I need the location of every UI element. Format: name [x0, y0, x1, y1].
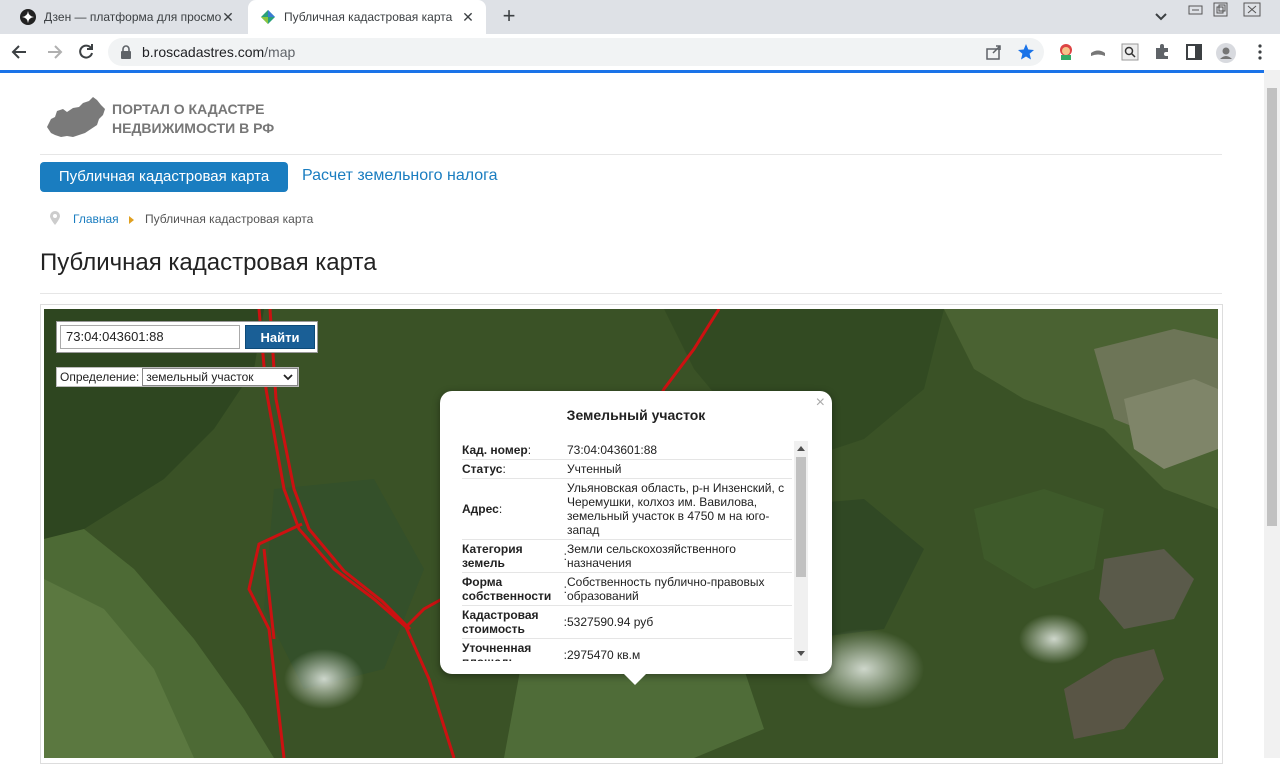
- extensions-puzzle-icon[interactable]: [1153, 43, 1171, 61]
- nav-cadastral-map-button[interactable]: Публичная кадастровая карта: [40, 162, 288, 192]
- definition-select[interactable]: земельный участок: [142, 368, 299, 386]
- dzen-favicon-icon: [20, 9, 36, 25]
- scroll-down-icon[interactable]: [797, 651, 805, 656]
- url-text[interactable]: b.roscadastres.com/map: [142, 44, 295, 60]
- definition-label: Определение:: [60, 370, 140, 384]
- extension-character-icon[interactable]: [1057, 43, 1075, 61]
- extension-search-icon[interactable]: [1121, 43, 1139, 61]
- popup-scrollbar-thumb[interactable]: [796, 457, 806, 577]
- reload-icon[interactable]: [76, 42, 96, 62]
- table-row: Уточненная площадь2975470 кв.м: [462, 639, 792, 661]
- cadastre-favicon-icon: [260, 9, 276, 25]
- table-row: Кад. номер73:04:043601:88: [462, 441, 792, 460]
- restore-icon[interactable]: [1209, 0, 1233, 20]
- attr-value: 5327590.94 руб: [567, 615, 654, 629]
- side-panel-icon[interactable]: [1185, 43, 1203, 61]
- logo-line-1: ПОРТАЛ О КАДАСТРЕ: [112, 101, 265, 117]
- attr-value: 2975470 кв.м: [567, 648, 641, 661]
- bookmark-star-icon[interactable]: [1017, 43, 1035, 61]
- menu-kebab-icon[interactable]: [1251, 43, 1269, 61]
- popup-scrollbar[interactable]: [794, 441, 808, 661]
- cadastral-search-box: 73:04:043601:88 Найти: [56, 321, 318, 353]
- attr-key: Статус: [462, 462, 567, 476]
- satellite-map[interactable]: 73:04:043601:88 Найти Определение: земел…: [44, 309, 1218, 758]
- definition-select-value: земельный участок: [146, 370, 254, 384]
- close-window-icon[interactable]: [1240, 0, 1264, 20]
- page-scrollbar[interactable]: [1264, 70, 1280, 758]
- breadcrumb-home-link[interactable]: Главная: [73, 212, 119, 226]
- extension-hat-icon[interactable]: [1089, 43, 1107, 61]
- attr-key: Форма собственности: [462, 575, 567, 603]
- chevron-down-icon: [283, 374, 293, 381]
- scroll-up-icon[interactable]: [797, 446, 805, 451]
- table-row: АдресУльяновская область, р-н Инзенский,…: [462, 479, 792, 540]
- new-tab-icon[interactable]: +: [498, 5, 520, 28]
- tab-search-chevron-icon[interactable]: [1151, 8, 1171, 26]
- search-input-value: 73:04:043601:88: [66, 329, 164, 344]
- russia-map-logo-icon[interactable]: [45, 97, 107, 139]
- attr-value: Земли сельскохозяйственного назначения: [567, 542, 736, 570]
- table-row: Кадастровая стоимость5327590.94 руб: [462, 606, 792, 639]
- scrollbar-thumb[interactable]: [1267, 88, 1277, 526]
- share-icon[interactable]: [985, 43, 1003, 61]
- url-path: /map: [264, 44, 296, 60]
- attr-value: Учтенный: [567, 462, 622, 476]
- url-host: b.roscadastres.com: [142, 44, 265, 60]
- definition-control: Определение: земельный участок: [56, 367, 300, 387]
- breadcrumb-arrow-icon: [129, 216, 134, 224]
- location-pin-icon: [50, 211, 60, 225]
- breadcrumb-current: Публичная кадастровая карта: [145, 212, 314, 226]
- attr-value: Ульяновская область, р-н Инзенский, с Че…: [567, 481, 785, 537]
- attr-key: Уточненная площадь: [462, 641, 567, 661]
- page-title: Публичная кадастровая карта: [40, 249, 377, 276]
- close-tab-icon[interactable]: ✕: [220, 9, 236, 25]
- tab-cadastral-map[interactable]: Публичная кадастровая карта ✕: [248, 0, 486, 34]
- land-plot-popup: × Земельный участок Кад. номер73:04:0436…: [440, 391, 832, 674]
- divider: [40, 293, 1222, 294]
- popup-pointer: [623, 673, 647, 685]
- close-tab-icon[interactable]: ✕: [460, 9, 476, 25]
- site-logo-text[interactable]: ПОРТАЛ О КАДАСТРЕ НЕДВИЖИМОСТИ В РФ: [112, 100, 274, 138]
- popup-title: Земельный участок: [566, 407, 706, 423]
- forward-arrow-icon[interactable]: [44, 42, 64, 62]
- attr-key: Категория земель: [462, 542, 567, 570]
- logo-line-2: НЕДВИЖИМОСТИ В РФ: [112, 120, 275, 136]
- table-row: Категория земельЗемли сельскохозяйственн…: [462, 540, 792, 573]
- page: ПОРТАЛ О КАДАСТРЕ НЕДВИЖИМОСТИ В РФ Публ…: [0, 73, 1264, 764]
- nav-land-tax-link[interactable]: Расчет земельного налога: [302, 167, 498, 185]
- attr-key: Кад. номер: [462, 443, 567, 457]
- attr-key: Адрес: [462, 481, 567, 537]
- tab-bar: Дзен — платформа для просмо ✕ Публичная …: [0, 0, 1280, 34]
- table-row: СтатусУчтенный: [462, 460, 792, 479]
- minimize-icon[interactable]: [1184, 0, 1208, 20]
- attr-value: Собственность публично-правовых образова…: [567, 575, 765, 603]
- tab-dzen[interactable]: Дзен — платформа для просмо ✕: [8, 0, 246, 34]
- lock-icon[interactable]: [120, 45, 132, 59]
- table-row: Форма собственностиСобственность публичн…: [462, 573, 792, 606]
- find-button[interactable]: Найти: [245, 325, 315, 349]
- back-arrow-icon[interactable]: [10, 42, 30, 62]
- attr-value: 73:04:043601:88: [567, 443, 658, 457]
- tab-title: Публичная кадастровая карта: [284, 10, 453, 24]
- attr-key: Кадастровая стоимость: [462, 608, 567, 636]
- profile-avatar-icon[interactable]: [1216, 43, 1236, 63]
- cadastral-number-input[interactable]: 73:04:043601:88: [60, 325, 240, 349]
- tab-title: Дзен — платформа для просмо: [44, 10, 222, 24]
- divider: [40, 154, 1222, 155]
- attribute-table: Кад. номер73:04:043601:88 СтатусУчтенный…: [462, 441, 792, 661]
